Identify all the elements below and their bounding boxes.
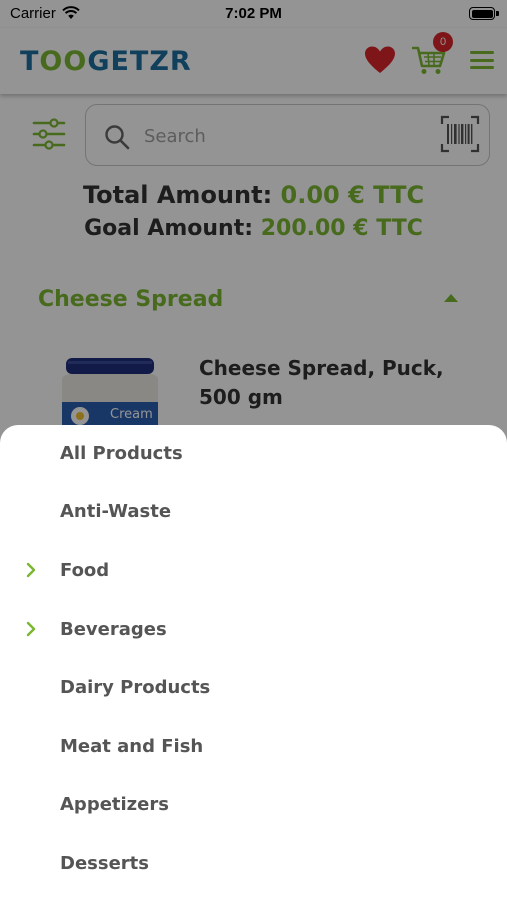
menu-item-desserts[interactable]: Desserts <box>0 841 507 891</box>
menu-item-meat-and-fish[interactable]: Meat and Fish <box>0 724 507 774</box>
menu-item-label: All Products <box>60 443 183 464</box>
chevron-right-icon <box>26 562 36 578</box>
menu-item-label: Food <box>60 560 110 581</box>
menu-item-label: Appetizers <box>60 794 169 815</box>
menu-item-label: Anti-Waste <box>60 501 172 522</box>
menu-item-label: Meat and Fish <box>60 736 204 757</box>
chevron-right-icon <box>26 621 36 637</box>
menu-item-dairy-products[interactable]: Dairy Products <box>0 665 507 715</box>
menu-item-anti-waste[interactable]: Anti-Waste <box>0 489 507 539</box>
menu-item-all-products[interactable]: All Products <box>0 431 507 481</box>
menu-item-appetizers[interactable]: Appetizers <box>0 782 507 832</box>
menu-item-label: Beverages <box>60 619 167 640</box>
menu-item-label: Desserts <box>60 853 149 874</box>
category-menu-sheet: All Products Anti-Waste Food Beverages Dairy… <box>0 425 507 900</box>
app-screen: Carrier 7:02 PM TOOGETZR 0 Search Total … <box>0 0 507 900</box>
menu-item-beverages[interactable]: Beverages <box>0 607 507 657</box>
menu-item-food[interactable]: Food <box>0 548 507 598</box>
menu-item-label: Dairy Products <box>60 677 211 698</box>
